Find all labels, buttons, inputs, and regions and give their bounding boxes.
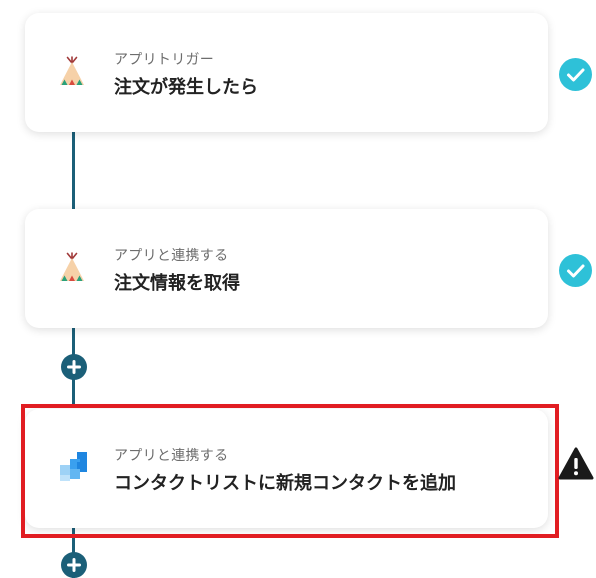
connector-line: [72, 130, 75, 210]
check-icon: [559, 254, 592, 287]
add-step-button[interactable]: [61, 552, 87, 578]
workflow-canvas: アプリトリガー 注文が発生したら アプリと連携する 注文情報を取得 アプリと連携…: [0, 0, 596, 578]
selected-step-highlight: [21, 404, 559, 538]
step-type-label: アプリと連携する: [114, 248, 229, 264]
check-icon: [559, 58, 592, 91]
plus-icon: [67, 360, 81, 374]
step-type-label: アプリトリガー: [114, 52, 215, 68]
workflow-step-get-order[interactable]: アプリと連携する 注文情報を取得: [25, 209, 548, 328]
plus-icon: [67, 558, 81, 572]
teepee-icon: [57, 56, 87, 88]
step-title: 注文情報を取得: [114, 273, 240, 294]
warning-icon: [558, 447, 594, 481]
teepee-icon: [57, 252, 87, 284]
workflow-step-trigger[interactable]: アプリトリガー 注文が発生したら: [25, 13, 548, 132]
add-step-button[interactable]: [61, 354, 87, 380]
step-title: 注文が発生したら: [114, 77, 258, 98]
